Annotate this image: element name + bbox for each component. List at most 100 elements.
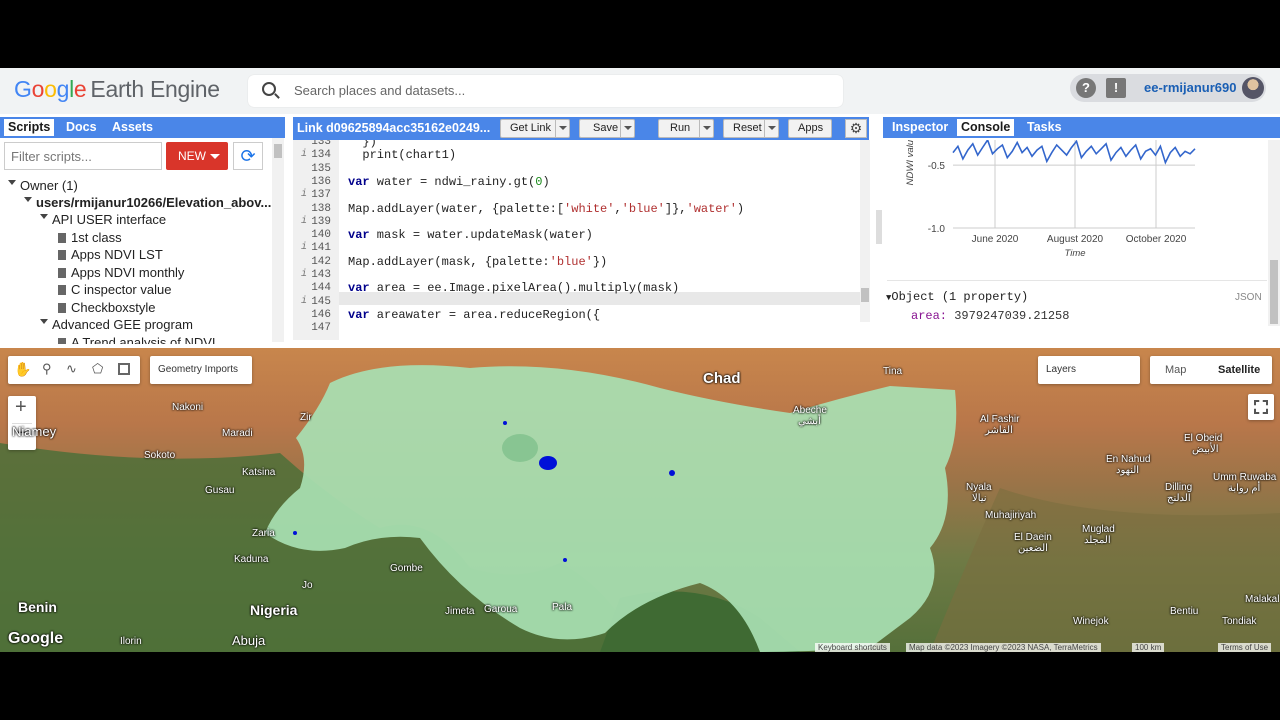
tree-folder[interactable]: Advanced GEE program [40, 317, 193, 332]
tree-file-label: Apps NDVI monthly [71, 265, 185, 280]
chevron-down-icon[interactable] [764, 119, 778, 138]
tab-inspector[interactable]: Inspector [888, 119, 952, 136]
tree-file[interactable]: C inspector value [58, 282, 171, 297]
save-button[interactable]: Save [579, 119, 635, 138]
tree-owner-label: Owner (1) [20, 178, 78, 193]
tree-folder-label: Advanced GEE program [52, 317, 193, 332]
map-attribution: Map data ©2023 Imagery ©2023 NASA, Terra… [906, 643, 1101, 652]
line-icon[interactable]: ∿ [66, 361, 77, 377]
tab-scripts[interactable]: Scripts [4, 119, 55, 136]
layers-button[interactable]: Layers [1038, 356, 1140, 384]
fullscreen-icon[interactable] [1248, 394, 1274, 420]
info-icon[interactable]: i [301, 149, 307, 160]
left-tabs-bar: Scripts Docs Assets [0, 117, 285, 138]
polygon-icon[interactable]: ⬠ [92, 361, 103, 377]
map-type-map[interactable]: Map [1165, 364, 1186, 376]
place-label: أبشي [798, 416, 821, 427]
marker-icon[interactable]: ⚲ [42, 361, 52, 377]
json-link[interactable]: JSON [1235, 292, 1262, 303]
chevron-down-icon[interactable] [555, 119, 569, 138]
code-line: print(chart1) [348, 148, 457, 163]
line-number: 142 [311, 255, 331, 268]
terms-link[interactable]: Terms of Use [1218, 643, 1272, 652]
top-header: Google Earth Engine Search places and dat… [0, 68, 1280, 114]
help-icon[interactable]: ? [1076, 78, 1096, 98]
tab-assets[interactable]: Assets [108, 119, 157, 136]
info-icon[interactable]: i [301, 189, 307, 200]
place-label: Gusau [205, 485, 235, 496]
splitter-handle[interactable] [876, 210, 882, 244]
scripts-scrollbar[interactable] [272, 138, 284, 342]
tree-folder[interactable]: API USER interface [40, 212, 166, 227]
editor-vscrollbar[interactable] [860, 140, 870, 322]
place-label: El Daein [1014, 532, 1052, 543]
scrollbar-thumb[interactable] [861, 288, 869, 302]
place-label: Bentiu [1170, 606, 1199, 617]
zoom-in-button[interactable]: + [15, 396, 27, 419]
geometry-imports-button[interactable]: Geometry Imports [150, 356, 252, 384]
tree-file[interactable]: Apps NDVI LST [58, 247, 163, 262]
filter-scripts-input[interactable]: Filter scripts... [4, 142, 162, 170]
search-box[interactable]: Search places and datasets... [248, 75, 843, 107]
y-axis-label: NDWI value [905, 140, 916, 185]
tree-owner[interactable]: Owner (1) [8, 178, 78, 193]
avatar[interactable] [1242, 77, 1264, 99]
tree-file[interactable]: A Trend analysis of NDVI [58, 335, 216, 344]
line-number: 143 [311, 269, 331, 281]
run-button[interactable]: Run [658, 119, 714, 138]
hand-icon[interactable]: ✋ [14, 361, 31, 378]
apps-label: Apps [798, 122, 824, 134]
x-axis-label: Time [1064, 248, 1085, 259]
logo-letter: o [31, 76, 45, 102]
chevron-down-icon[interactable] [699, 119, 713, 138]
file-icon [58, 233, 66, 243]
code-line: Map.addLayer(mask, {palette:'blue'}) [348, 254, 608, 269]
user-name[interactable]: ee-rmijanur690 [1144, 80, 1237, 95]
map-type-satellite[interactable]: Satellite [1218, 364, 1260, 376]
rectangle-icon[interactable] [118, 363, 130, 375]
info-icon[interactable]: i [301, 269, 307, 280]
info-icon[interactable]: i [301, 242, 307, 253]
tree-file[interactable]: 1st class [58, 230, 122, 245]
logo-letter: g [56, 76, 70, 102]
place-label: Muglad [1082, 524, 1115, 535]
place-label: Maradi [222, 428, 253, 439]
scrollbar-thumb[interactable] [274, 144, 282, 158]
reset-button[interactable]: Reset [723, 119, 779, 138]
place-label: الأبيض [1192, 444, 1219, 455]
new-button[interactable]: NEW [166, 142, 228, 170]
place-label: Al Fashir [980, 414, 1020, 425]
earth-engine-logo[interactable]: Google Earth Engine [14, 76, 220, 103]
refresh-icon[interactable]: ⟳ [233, 142, 263, 170]
place-label: Garoua [484, 604, 518, 615]
tab-docs[interactable]: Docs [62, 119, 101, 136]
file-icon [58, 285, 66, 295]
code-editor[interactable]: 133 }) 134 i print(chart1) 135 136 var water … [293, 140, 860, 340]
place-label: Nyala [966, 482, 992, 493]
script-title[interactable]: Link d09625894acc35162e0249... [297, 121, 490, 135]
tree-folder-label: API USER interface [52, 212, 167, 227]
console-scrollbar[interactable] [1268, 140, 1280, 326]
x-tick-label: June 2020 [972, 234, 1019, 245]
code-line: Map.addLayer(water, {palette:['white','b… [348, 201, 745, 216]
tab-console[interactable]: Console [957, 119, 1015, 136]
line-number: 136 [311, 175, 331, 188]
get-link-label: Get Link [510, 122, 551, 134]
gear-icon[interactable]: ⚙ [845, 119, 867, 138]
keyboard-shortcuts-link[interactable]: Keyboard shortcuts [815, 643, 890, 652]
tree-file[interactable]: Apps NDVI monthly [58, 265, 184, 280]
get-link-button[interactable]: Get Link [500, 119, 570, 138]
chevron-down-icon[interactable] [620, 119, 634, 138]
apps-button[interactable]: Apps [788, 119, 832, 138]
info-icon[interactable]: i [301, 216, 307, 227]
info-icon[interactable]: i [301, 296, 307, 307]
feedback-icon[interactable]: ! [1106, 78, 1126, 98]
tree-file[interactable]: Checkboxstyle [58, 300, 156, 315]
map-view[interactable]: ✋ ⚲ ∿ ⬠ Geometry Imports Layers Map Sate… [0, 348, 1280, 652]
tree-repo[interactable]: users/rmijanur10266/Elevation_abov... [24, 195, 271, 210]
tab-tasks[interactable]: Tasks [1023, 119, 1066, 136]
y-tick-label: -1.0 [928, 224, 946, 235]
file-icon [58, 268, 66, 278]
scrollbar-thumb[interactable] [1270, 260, 1278, 324]
object-row[interactable]: ▼Object (1 property) [886, 290, 1028, 304]
